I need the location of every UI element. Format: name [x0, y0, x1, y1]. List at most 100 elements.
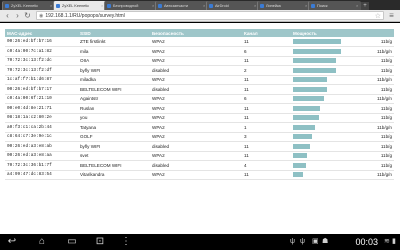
security-cell: WPA2 [150, 56, 242, 66]
power-cell: 11b/g [291, 160, 394, 171]
back-nav-icon[interactable]: ↩ [4, 236, 20, 248]
ssid-cell: ZTE firstlinkt [78, 37, 150, 47]
channel-cell: 11 [242, 170, 291, 180]
browser-tab[interactable]: ZyXEL Keenetic × [2, 1, 55, 10]
table-row: 00:26:ed:a3:e8:ab byfly WIFI disabled 11 11b… [5, 141, 394, 152]
mode-label: 11b/g [380, 162, 392, 168]
favicon-icon [56, 3, 60, 8]
tab-label: Линейка [266, 3, 281, 8]
signal-bar [293, 143, 311, 149]
security-cell: WPA2 [150, 94, 242, 104]
power-cell: 11b/g/n [291, 170, 394, 180]
col-header-channel: Канал [242, 29, 291, 37]
power-cell: 11b/g [291, 84, 394, 95]
table-row: 00:26:ed:bf:b7:17 BELTELECOM WIFI disabled… [5, 84, 394, 95]
col-header-ssid: SSID [78, 29, 150, 37]
mode-label: 11b/g [380, 67, 392, 73]
power-cell: 11b/g/n [291, 75, 394, 85]
channel-cell: 11 [242, 141, 291, 152]
ssid-cell: Tatyana [78, 122, 150, 133]
favicon-icon [260, 3, 264, 8]
mac-cell: 1c:af:f7:b1:d6:87 [5, 75, 78, 85]
reload-icon[interactable]: ↻ [23, 11, 32, 20]
url-text: 192.168.1.1/RU/popops/survey.html [45, 12, 125, 19]
channel-cell: 4 [242, 160, 291, 171]
security-cell: disabled [150, 65, 242, 76]
security-cell: WPA2 [150, 122, 242, 133]
channel-cell: 1 [242, 122, 291, 133]
mac-cell: 70:72:3c:13:f2:dc [5, 56, 78, 66]
security-cell: WPA2 [150, 113, 242, 123]
ssid-cell: miladka [78, 75, 150, 85]
mode-label: 11b/g [380, 39, 392, 44]
ssid-cell: Againtstr [78, 94, 150, 104]
tab-label: Автозапчасти [164, 3, 188, 8]
tab-label: ZyXEL Keenetic [62, 3, 90, 8]
mode-label: 11b/g [380, 115, 392, 121]
security-cell: disabled [150, 160, 242, 171]
mac-cell: 08:18:1a:c2:80:2e [5, 113, 78, 123]
mode-label: 11b/g/n [377, 77, 392, 83]
power-cell: 11b/g [291, 103, 394, 114]
favicon-icon [5, 3, 9, 8]
table-row: 00:26:ed:bf:b7:16 ZTE firstlinkt WPA2 11 11b… [5, 37, 394, 47]
table-row: a0:f3:c1:ca:2b:44 Tatyana WPA2 1 11b/g/n [5, 122, 394, 133]
power-cell: 11b/g [291, 65, 394, 76]
table-row: 00:26:ed:a3:e8:aa svet WPA2 11 11b/g [5, 151, 394, 161]
menu-icon[interactable]: ≡ [387, 11, 396, 20]
ssid-cell: mila [78, 46, 150, 57]
security-cell: disabled [150, 141, 242, 152]
address-bar[interactable]: ◉ 192.168.1.1/RU/popops/survey.html ☆ [36, 11, 384, 20]
bookmark-star-icon[interactable]: ☆ [375, 12, 381, 20]
signal-bar [293, 124, 315, 130]
ssid-cell: you [78, 113, 150, 123]
signal-bar [293, 39, 341, 44]
tab-strip: ZyXEL Keenetic × ZyXEL Keenetic × Беспроводн… [0, 0, 400, 10]
page-info-icon[interactable]: ◉ [39, 13, 43, 19]
browser-tab[interactable]: Автозапчасти × [155, 1, 208, 10]
col-header-security: Безопасность [150, 29, 242, 37]
ssid-cell: byfly WIFI [78, 141, 150, 152]
mode-label: 11b/g [380, 58, 392, 64]
mode-label: 11b/g/n [377, 96, 392, 102]
browser-tab[interactable]: AirDroid × [206, 1, 259, 10]
signal-bar [293, 96, 324, 102]
security-cell: WPA2 [150, 75, 242, 85]
screenshot-icon[interactable]: ⊡ [92, 236, 108, 248]
home-nav-icon[interactable]: ⌂ [34, 236, 50, 248]
signal-bar [293, 48, 341, 54]
table-row: 70:72:3c:13:f2:df byfly WIFI disabled 2 11b/… [5, 65, 394, 76]
favicon-icon [158, 3, 162, 8]
table-body: 00:26:ed:bf:b7:16 ZTE firstlinkt WPA2 11 11b… [5, 37, 394, 180]
tab-label: AirDroid [215, 3, 229, 8]
browser-tab[interactable]: ZyXEL Keenetic × [53, 1, 106, 10]
channel-cell: 11 [242, 75, 291, 85]
mac-cell: 70:72:3c:36:b1:7f [5, 160, 78, 171]
tab-label: ZyXEL Keenetic [11, 3, 39, 8]
browser-tab[interactable]: Линейка × [257, 1, 310, 10]
back-button[interactable]: ‹ [3, 11, 12, 20]
power-cell: 11b/g/n [291, 46, 394, 57]
recent-apps-icon[interactable]: ▭ [64, 236, 80, 248]
signal-bar [293, 67, 337, 73]
mac-cell: 00:26:ed:a3:e8:ab [5, 141, 78, 152]
signal-bar [293, 115, 319, 121]
new-tab-button[interactable]: + [361, 2, 369, 10]
battery-icon: ▮ [392, 238, 396, 245]
survey-table: MAC-адрес SSID Безопасность Канал Мощнос… [5, 29, 394, 180]
browser-tab[interactable]: Поиск × [308, 1, 361, 10]
ssid-cell: Vitarikandra [78, 170, 150, 180]
col-header-mac: MAC-адрес [5, 29, 78, 37]
forward-button[interactable]: › [13, 11, 22, 20]
menu-nav-icon[interactable]: ⋮ [118, 236, 134, 248]
favicon-icon [209, 3, 213, 8]
mode-label: 11b/g [380, 143, 392, 149]
mac-cell: c0:4a:00:7c:a1:82 [5, 46, 78, 57]
mode-label: 11b/g [380, 153, 392, 159]
mac-cell: 70:72:3c:13:f2:df [5, 65, 78, 76]
channel-cell: 11 [242, 37, 291, 47]
browser-tab[interactable]: Беспроводной × [104, 1, 157, 10]
table-header-row: MAC-адрес SSID Безопасность Канал Мощнос… [5, 29, 394, 37]
table-row: 1c:af:f7:b1:d6:87 miladka WPA2 11 11b/g/n [5, 75, 394, 85]
usb-icon: ψ [290, 238, 295, 245]
